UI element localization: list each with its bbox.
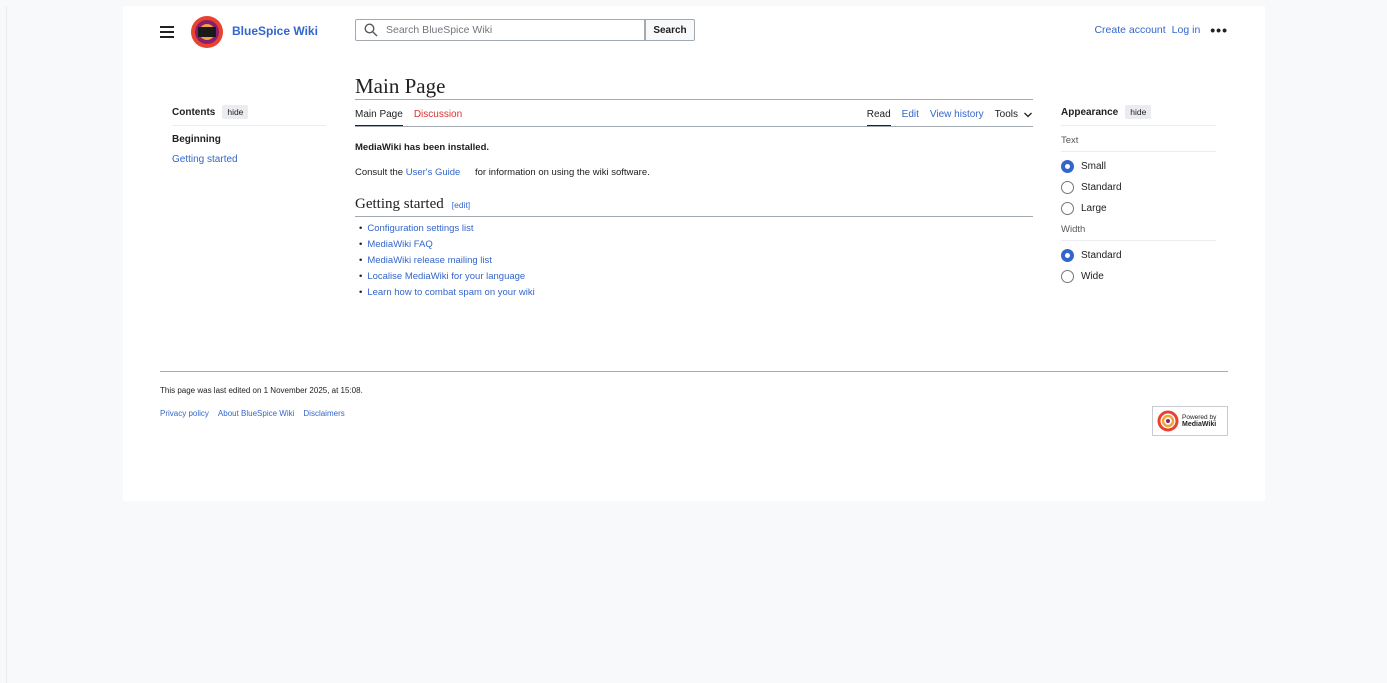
footer-divider	[160, 371, 1228, 372]
mediawiki-flower-icon	[1157, 410, 1179, 432]
width-wide-option[interactable]: Wide	[1061, 270, 1216, 283]
radio-icon[interactable]	[1061, 202, 1074, 215]
radio-icon[interactable]	[1061, 181, 1074, 194]
site-name-link[interactable]: BlueSpice Wiki	[232, 24, 318, 38]
title-divider	[355, 99, 1033, 100]
wiki-page: BlueSpice Wiki Search Create account Log…	[123, 6, 1265, 501]
appearance-panel: Appearance hide Text Small Standard Larg…	[1061, 105, 1216, 283]
mediawiki-text: MediaWiki	[1182, 421, 1217, 428]
radio-label: Standard	[1081, 250, 1122, 261]
tab-edit[interactable]: Edit	[902, 109, 919, 120]
section-edit-link[interactable]: [edit]	[452, 200, 470, 210]
create-account-link[interactable]: Create account	[1094, 24, 1165, 36]
toc-hide-button[interactable]: hide	[222, 105, 249, 119]
about-link[interactable]: About BlueSpice Wiki	[218, 409, 294, 418]
radio-selected-icon[interactable]	[1061, 249, 1074, 262]
localise-link[interactable]: Localise MediaWiki for your language	[367, 271, 525, 282]
tools-label: Tools	[994, 109, 1018, 120]
table-of-contents: Contents hide Beginning Getting started	[172, 105, 326, 165]
user-links: Create account Log in •••	[1088, 23, 1228, 37]
section-heading: Getting started [edit]	[355, 196, 1033, 213]
section-title: Getting started	[355, 196, 444, 212]
list-item: Learn how to combat spam on your wiki	[359, 287, 1033, 298]
tab-main-page[interactable]: Main Page	[355, 109, 403, 127]
disclaimers-link[interactable]: Disclaimers	[303, 409, 344, 418]
text-size-large-option[interactable]: Large	[1061, 202, 1216, 215]
page-content: MediaWiki has been installed. Consult th…	[355, 142, 1033, 303]
toc-item-getting-started[interactable]: Getting started	[172, 154, 326, 165]
radio-selected-icon[interactable]	[1061, 160, 1074, 173]
config-settings-link[interactable]: Configuration settings list	[367, 223, 473, 234]
radio-label: Large	[1081, 203, 1107, 214]
radio-icon[interactable]	[1061, 270, 1074, 283]
radio-label: Wide	[1081, 271, 1104, 282]
getting-started-list: Configuration settings list MediaWiki FA…	[359, 223, 1033, 298]
tabs-divider	[355, 126, 1033, 127]
combat-spam-link[interactable]: Learn how to combat spam on your wiki	[367, 287, 534, 298]
view-tabs: Read Edit View history Tools	[856, 109, 1033, 127]
section-divider	[355, 216, 1033, 217]
installed-message: MediaWiki has been installed.	[355, 142, 490, 153]
main-menu-icon[interactable]	[160, 26, 174, 38]
site-logo[interactable]	[189, 14, 225, 50]
search-box[interactable]	[355, 19, 645, 41]
consult-prefix: Consult the	[355, 167, 404, 178]
page-title: Main Page	[355, 74, 446, 98]
tools-dropdown[interactable]: Tools	[995, 109, 1033, 120]
users-guide-link[interactable]: User's Guide	[406, 167, 461, 178]
radio-label: Standard	[1081, 182, 1122, 193]
chevron-down-icon	[1024, 112, 1032, 117]
consult-suffix: for information on using the wiki softwa…	[474, 167, 650, 178]
search-icon	[364, 23, 378, 37]
tab-discussion[interactable]: Discussion	[414, 109, 462, 120]
text-size-label: Text	[1061, 135, 1216, 152]
powered-by-mediawiki-badge[interactable]: Powered by MediaWiki	[1152, 406, 1228, 436]
list-item: Localise MediaWiki for your language	[359, 271, 1033, 282]
text-size-small-option[interactable]: Small	[1061, 160, 1216, 173]
list-item: MediaWiki release mailing list	[359, 255, 1033, 266]
faq-link[interactable]: MediaWiki FAQ	[367, 239, 432, 250]
last-edited-text: This page was last edited on 1 November …	[160, 386, 363, 395]
search-button[interactable]: Search	[645, 19, 695, 41]
width-label: Width	[1061, 224, 1216, 241]
footer-links: Privacy policy About BlueSpice Wiki Disc…	[160, 409, 354, 418]
consult-paragraph: Consult the User's Guide for information…	[355, 167, 1033, 178]
radio-label: Small	[1081, 161, 1107, 172]
toc-title: Contents	[172, 106, 216, 118]
appearance-hide-button[interactable]: hide	[1125, 105, 1152, 119]
tab-read[interactable]: Read	[866, 109, 891, 127]
mailing-list-link[interactable]: MediaWiki release mailing list	[367, 255, 492, 266]
width-standard-option[interactable]: Standard	[1061, 249, 1216, 262]
powered-by-text: Powered by	[1182, 414, 1217, 421]
more-options-icon[interactable]: •••	[1210, 23, 1228, 37]
appearance-title: Appearance	[1061, 106, 1119, 118]
text-size-standard-option[interactable]: Standard	[1061, 181, 1216, 194]
list-item: MediaWiki FAQ	[359, 239, 1033, 250]
list-item: Configuration settings list	[359, 223, 1033, 234]
tab-view-history[interactable]: View history	[930, 109, 984, 120]
privacy-policy-link[interactable]: Privacy policy	[160, 409, 209, 418]
namespace-tabs: Main Page Discussion	[355, 109, 473, 127]
log-in-link[interactable]: Log in	[1172, 24, 1201, 36]
toc-item-beginning[interactable]: Beginning	[172, 134, 326, 145]
search-input[interactable]	[384, 23, 638, 37]
